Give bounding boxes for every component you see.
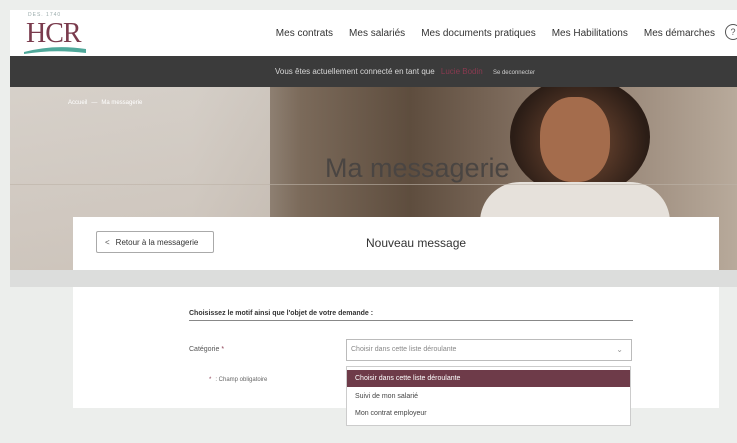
page-title: Ma messagerie [325,153,510,183]
help-icon[interactable]: ? [725,24,737,40]
required-note-text: : Champ obligatoire [215,377,268,383]
chevron-down-icon: ⌄ [616,345,623,354]
nav-mes-documents[interactable]: Mes documents pratiques [421,28,536,44]
hcr-logo[interactable]: DES. 1740 HCR [24,12,104,56]
nav-mes-habilitations[interactable]: Mes Habilitations [552,28,628,44]
dropdown-option-contrat-employeur[interactable]: Mon contrat employeur [347,405,630,422]
breadcrumb-separator: — [91,100,98,106]
required-mark: * [221,346,225,353]
hero-divider [10,184,737,185]
card-title: Nouveau message [366,236,467,250]
main-nav: Mes contrats Mes salariés Mes documents … [276,28,715,44]
nav-mes-demarches[interactable]: Mes démarches [644,28,715,44]
category-label-text: Catégorie [189,346,220,353]
category-select-value: Choisir dans cette liste déroulante [351,346,457,353]
category-select[interactable]: Choisir dans cette liste déroulante ⌄ [346,339,632,361]
connected-prefix: Vous êtes actuellement connecté en tant … [275,67,435,76]
form-heading: Choisissez le motif ainsi que l'objet de… [189,310,374,317]
logo-swoosh-icon [24,47,86,54]
required-note: *: Champ obligatoire [209,377,267,383]
connected-bar: Vous êtes actuellement connecté en tant … [10,56,737,87]
dropdown-option-placeholder[interactable]: Choisir dans cette liste déroulante [347,370,630,387]
back-to-messages-button[interactable]: < Retour à la messagerie [96,231,214,253]
nav-mes-salaries[interactable]: Mes salariés [349,28,405,44]
breadcrumb-home[interactable]: Accueil [68,100,87,106]
logout-link[interactable]: Se deconnecter [493,70,535,76]
category-dropdown-list: Choisir dans cette liste déroulante Suiv… [346,366,631,426]
section-separator [10,270,737,287]
required-note-mark: * [209,377,212,383]
back-button-label: Retour à la messagerie [115,238,199,247]
site-header: DES. 1740 HCR Mes contrats Mes salariés … [10,10,737,56]
breadcrumb-current: Ma messagerie [101,100,143,106]
chevron-left-icon: < [105,238,110,247]
connected-text: Vous êtes actuellement connecté en tant … [275,67,535,76]
message-card-header: < Retour à la messagerie Nouveau message [73,217,719,270]
breadcrumb: Accueil — Ma messagerie [68,100,142,106]
connected-user-name: Lucie Bodin [440,67,483,76]
dropdown-option-suivi-salarie[interactable]: Suivi de mon salarié [347,388,630,405]
nav-mes-contrats[interactable]: Mes contrats [276,28,333,44]
form-heading-underline [189,320,633,321]
hero-photo-face [540,97,610,182]
category-label: Catégorie * [189,346,224,353]
